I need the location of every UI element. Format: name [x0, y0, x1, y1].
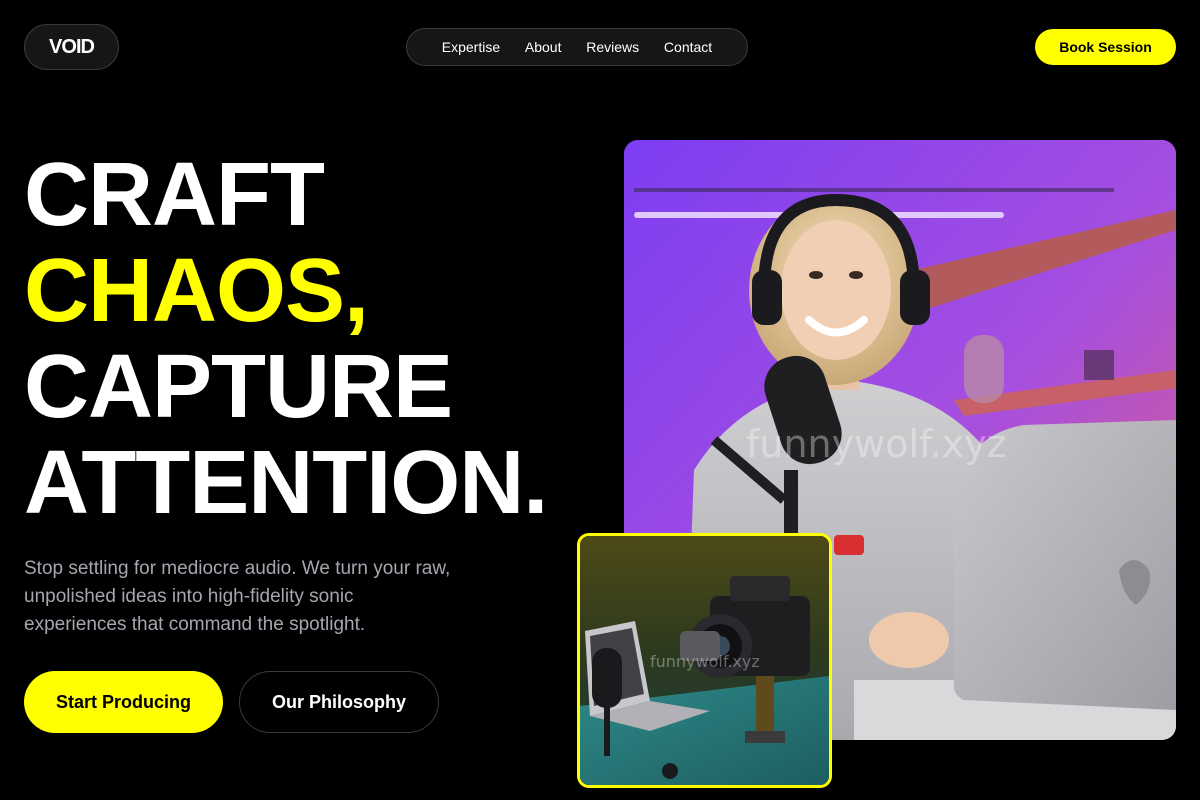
headline-line-3: CAPTURE — [24, 337, 453, 437]
start-producing-button[interactable]: Start Producing — [24, 671, 223, 733]
nav-link-expertise[interactable]: Expertise — [442, 39, 500, 55]
hero-headline: CRAFT CHAOS, CAPTURE ATTENTION. — [24, 145, 548, 533]
headline-line-4: ATTENTION. — [24, 433, 548, 533]
headline-line-2: CHAOS, — [24, 241, 369, 341]
nav-link-contact[interactable]: Contact — [664, 39, 712, 55]
our-philosophy-button[interactable]: Our Philosophy — [239, 671, 439, 733]
main-nav: Expertise About Reviews Contact — [406, 28, 748, 66]
camera-illustration — [580, 536, 829, 785]
headline-line-1: CRAFT — [24, 145, 325, 245]
book-session-button[interactable]: Book Session — [1035, 29, 1176, 65]
logo[interactable]: VOID — [24, 24, 119, 70]
nav-link-about[interactable]: About — [525, 39, 562, 55]
camera-photo: funnywolf.xyz — [577, 533, 832, 788]
hero-subtext: Stop settling for mediocre audio. We tur… — [24, 558, 451, 635]
nav-link-reviews[interactable]: Reviews — [586, 39, 639, 55]
